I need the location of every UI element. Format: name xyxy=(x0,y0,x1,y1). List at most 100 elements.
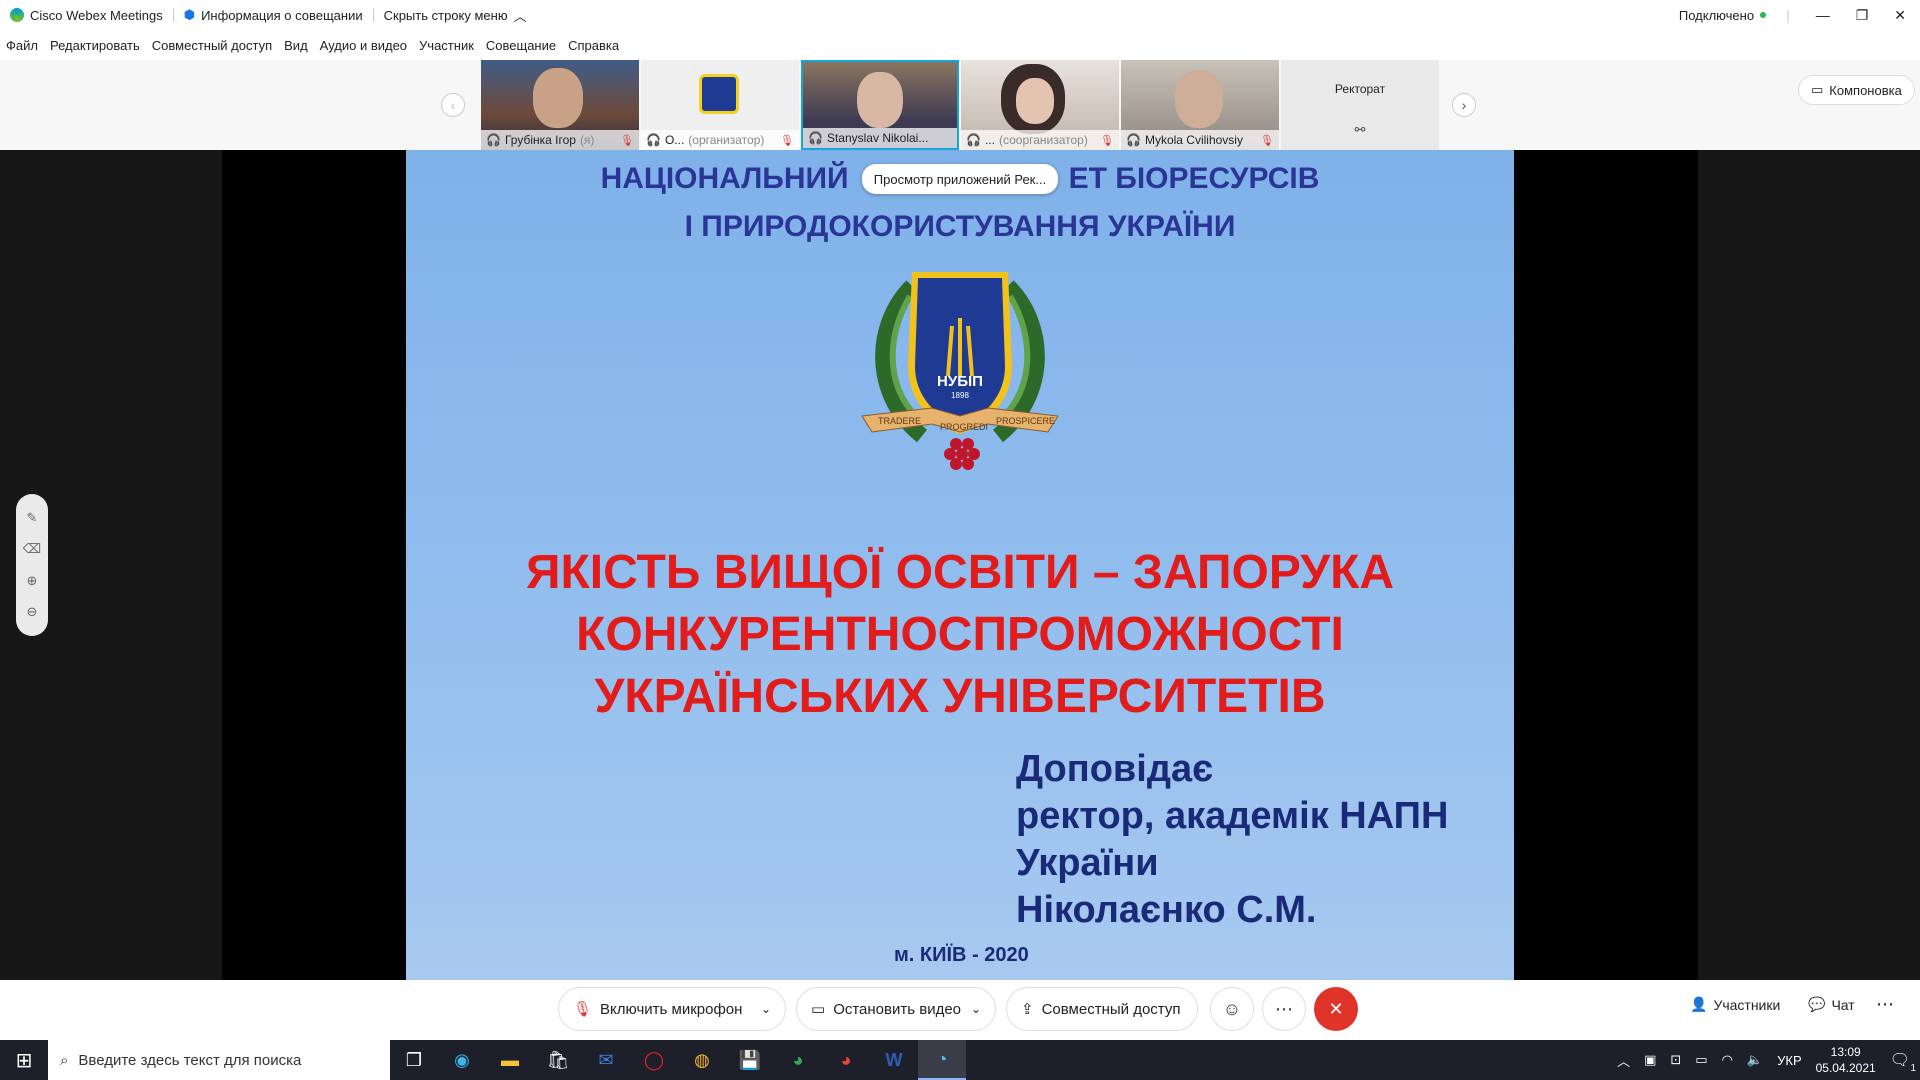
ribbon-word: TRADERE xyxy=(878,416,922,426)
university-logo-icon xyxy=(699,74,739,114)
webex-taskbar-icon[interactable]: ◔ xyxy=(918,1040,966,1080)
opera-icon[interactable]: ◯ xyxy=(630,1040,678,1080)
more-options-button[interactable]: ⋯ xyxy=(1262,987,1306,1031)
connection-status: Подключено xyxy=(1669,0,1776,30)
eraser-icon[interactable]: ⌫ xyxy=(23,541,41,557)
browser-icon[interactable]: ◍ xyxy=(678,1040,726,1080)
meeting-info-button[interactable]: ⬢ Информация о совещании xyxy=(174,0,373,30)
restore-icon[interactable]: ❐ xyxy=(1856,7,1869,24)
floppy-app-icon[interactable]: 💾 xyxy=(726,1040,774,1080)
close-icon: ✕ xyxy=(1328,998,1344,1019)
minimize-icon[interactable]: — xyxy=(1816,7,1830,23)
menu-share[interactable]: Совместный доступ xyxy=(152,38,272,53)
slide-city-year: м. КИЇВ - 2020 xyxy=(894,944,1029,966)
task-view-icon[interactable]: ❐ xyxy=(390,1040,438,1080)
participant-tile-active[interactable]: 🎧 Stanyslav Nikolai... xyxy=(801,60,959,150)
volume-icon[interactable]: 🔈 xyxy=(1747,1052,1763,1068)
speaker-line1: Доповідає xyxy=(1016,748,1214,790)
close-icon[interactable]: ✕ xyxy=(1894,7,1906,24)
participant-tile[interactable]: 🎧... (соорганизатор) 🎙 xyxy=(961,60,1119,150)
participants-panel-button[interactable]: 👤 Участники xyxy=(1690,996,1780,1013)
slide-title-line1: ЯКІСТЬ ВИЩОЇ ОСВІТИ – ЗАПОРУКА xyxy=(525,546,1395,599)
menu-audio-video[interactable]: Аудио и видео xyxy=(320,38,407,53)
chat-panel-button[interactable]: 💬 Чат xyxy=(1808,996,1855,1013)
mail-icon[interactable]: ✉ xyxy=(582,1040,630,1080)
layout-icon: ▭ xyxy=(1811,82,1824,97)
share-button[interactable]: ⇪ Совместный доступ xyxy=(1006,987,1198,1031)
share-icon: ⇪ xyxy=(1021,1001,1034,1018)
meeting-controls: 🎙 Включить микрофон ⌄ ▭ Остановить видео… xyxy=(0,980,1920,1040)
app-title: Cisco Webex Meetings xyxy=(0,0,173,30)
headset-icon: 🎧 xyxy=(486,133,501,147)
leave-meeting-button[interactable]: ✕ xyxy=(1314,987,1358,1031)
tray-chevron-up-icon[interactable]: ︿ xyxy=(1617,1051,1630,1070)
participant-tile[interactable]: Ректорат ⚯ xyxy=(1281,60,1439,150)
reactions-button[interactable]: ☺ xyxy=(1210,987,1254,1031)
speaker-line3: України xyxy=(1016,842,1159,884)
headset-icon: 🎧 xyxy=(808,131,823,145)
status-dot-icon xyxy=(1760,12,1767,18)
chevron-down-icon[interactable]: ⌄ xyxy=(971,1002,981,1016)
mic-muted-icon: 🎙 xyxy=(620,134,634,147)
windows-start-icon[interactable]: ⊞ xyxy=(0,1040,48,1080)
slide-title-line3: УКРАЇНСЬКИХ УНІВЕРСИТЕТІВ xyxy=(594,670,1326,723)
network-share-icon[interactable]: ⊡ xyxy=(1670,1052,1681,1068)
notification-count: 1 xyxy=(1910,1063,1916,1074)
windows-taskbar: ⊞ ⌕ Введите здесь текст для поиска ❐ ◉ ▬… xyxy=(0,1040,1920,1080)
stop-video-button[interactable]: ▭ Остановить видео ⌄ xyxy=(796,987,996,1031)
title-bar: Cisco Webex Meetings ⬢ Информация о сове… xyxy=(0,0,1920,30)
panel-more-icon[interactable]: ⋯ xyxy=(1876,994,1894,1015)
menu-help[interactable]: Справка xyxy=(568,38,619,53)
divider: | xyxy=(1786,7,1790,23)
speaker-line2: ректор, академік НАПН xyxy=(1016,795,1449,837)
search-icon: ⌕ xyxy=(60,1051,69,1069)
ribbon-word: PROSPICERE xyxy=(996,416,1056,426)
word-icon[interactable]: W xyxy=(870,1040,918,1080)
taskbar-clock[interactable]: 13:09 05.04.2021 xyxy=(1816,1044,1876,1076)
participant-tile[interactable]: 🎧 О... (организатор) 🎙 xyxy=(641,60,799,150)
file-explorer-icon[interactable]: ▬ xyxy=(486,1040,534,1080)
hide-menu-button[interactable]: Скрыть строку меню ︿ xyxy=(374,0,537,30)
store-icon[interactable]: 🛍 xyxy=(534,1040,582,1080)
layout-button[interactable]: ▭ Компоновка xyxy=(1798,75,1915,105)
zoom-out-icon[interactable]: ⊖ xyxy=(27,604,38,620)
wifi-icon[interactable]: ◠ xyxy=(1722,1052,1733,1068)
participant-tile[interactable]: 🎧 Грубінка Ігор (я) 🎙 xyxy=(481,60,639,150)
chrome-profile-icon[interactable]: ◕ xyxy=(822,1040,870,1080)
meet-now-icon[interactable]: ▣ xyxy=(1644,1052,1656,1068)
taskbar-search-box[interactable]: ⌕ Введите здесь текст для поиска xyxy=(48,1040,390,1080)
chrome-icon[interactable]: ◕ xyxy=(774,1040,822,1080)
battery-icon[interactable]: ▭ xyxy=(1695,1052,1707,1068)
emblem-year: 1898 xyxy=(951,391,969,400)
strip-next-button[interactable]: › xyxy=(1452,93,1476,117)
notifications-icon[interactable]: 🗨 1 xyxy=(1890,1050,1916,1074)
chevron-down-icon[interactable]: ⌄ xyxy=(761,1002,771,1016)
smiley-icon: ☺ xyxy=(1222,998,1242,1019)
speaker-line4: Ніколаєнко С.М. xyxy=(1016,889,1317,931)
participant-tile[interactable]: 🎧 Mykola Cvilihovsiy 🎙 xyxy=(1121,60,1279,150)
university-emblem: НУБІП 1898 TRADERE PROGREDI PROSPICERE xyxy=(852,266,1068,474)
mic-muted-icon: 🎙 xyxy=(573,1001,593,1018)
input-language[interactable]: УКР xyxy=(1777,1053,1802,1068)
menu-file[interactable]: Файл xyxy=(6,38,38,53)
zoom-in-icon[interactable]: ⊕ xyxy=(27,573,38,589)
person-icon: 👤 xyxy=(1690,996,1708,1012)
menu-edit[interactable]: Редактировать xyxy=(50,38,140,53)
annotate-icon[interactable]: ✎ xyxy=(27,510,38,526)
more-icon: ⋯ xyxy=(1275,998,1293,1019)
headset-icon: 🎧 xyxy=(1126,133,1141,147)
shield-icon: ⬢ xyxy=(183,7,196,22)
unmute-button[interactable]: 🎙 Включить микрофон ⌄ xyxy=(558,987,786,1031)
menu-view[interactable]: Вид xyxy=(284,38,308,53)
mic-muted-icon: 🎙 xyxy=(1100,134,1114,147)
strip-prev-button[interactable]: ‹ xyxy=(441,93,465,117)
menu-meeting[interactable]: Совещание xyxy=(486,38,556,53)
chat-icon: 💬 xyxy=(1808,996,1826,1012)
presentation-slide: НАЦІОНАЛЬНИЙ ЕТ БІОРЕСУРСІВ І ПРИРОДОКОРИ… xyxy=(406,150,1514,980)
app-view-tooltip: Просмотр приложений Рек... xyxy=(862,164,1058,194)
menu-participant[interactable]: Участник xyxy=(419,38,474,53)
edge-icon[interactable]: ◉ xyxy=(438,1040,486,1080)
chevron-up-icon: ︿ xyxy=(513,8,527,24)
participant-strip: ‹ 🎧 Грубінка Ігор (я) 🎙 🎧 О... (организатор) 🎙… xyxy=(0,60,1920,150)
participant-video xyxy=(533,68,583,128)
